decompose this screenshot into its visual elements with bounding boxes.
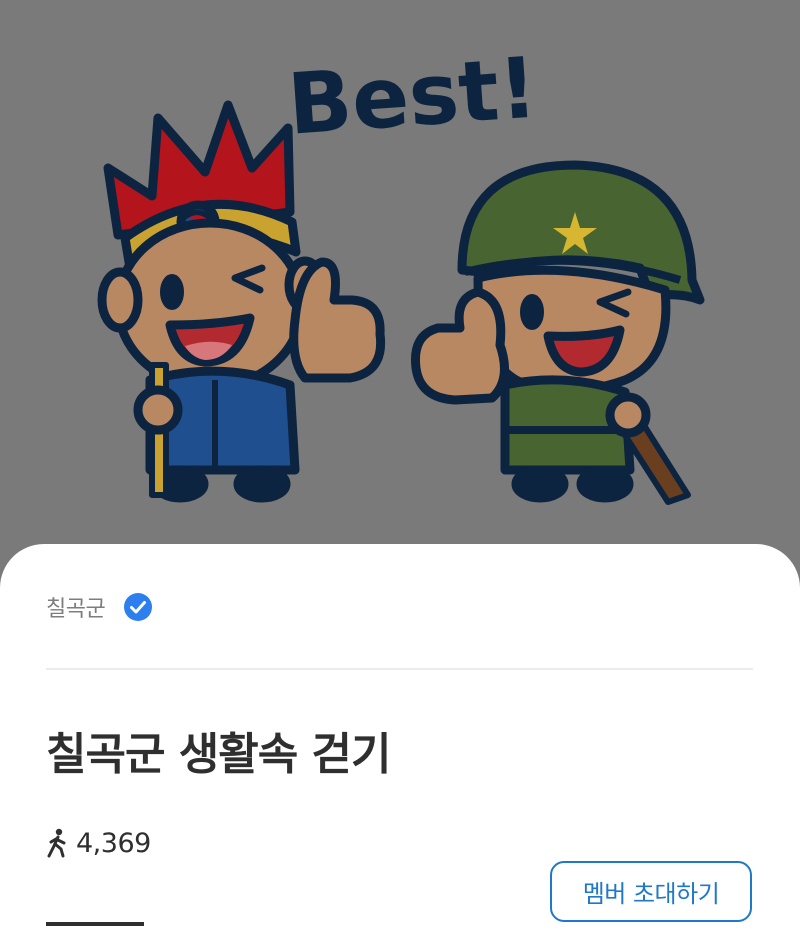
organization-name: 칠곡군 [46, 597, 106, 622]
hero-banner: Best! [0, 0, 800, 600]
invite-member-button[interactable]: 멤버 초대하기 [550, 861, 752, 922]
soldier-mascot [410, 160, 705, 505]
organization-row: 칠곡군 [46, 590, 153, 624]
section-divider [46, 668, 753, 670]
page-title: 칠곡군 생활속 걷기 [46, 729, 391, 780]
check-badge-icon [124, 593, 153, 621]
mascot-thumbs-up-illustration: Best! [97, 39, 705, 505]
active-tab-indicator [46, 922, 144, 926]
best-text: Best! [285, 39, 541, 154]
step-count-row: 4,369 [46, 826, 151, 860]
walking-person-icon [47, 828, 66, 858]
step-count: 4,369 [76, 827, 151, 859]
warrior-mascot [97, 100, 386, 503]
